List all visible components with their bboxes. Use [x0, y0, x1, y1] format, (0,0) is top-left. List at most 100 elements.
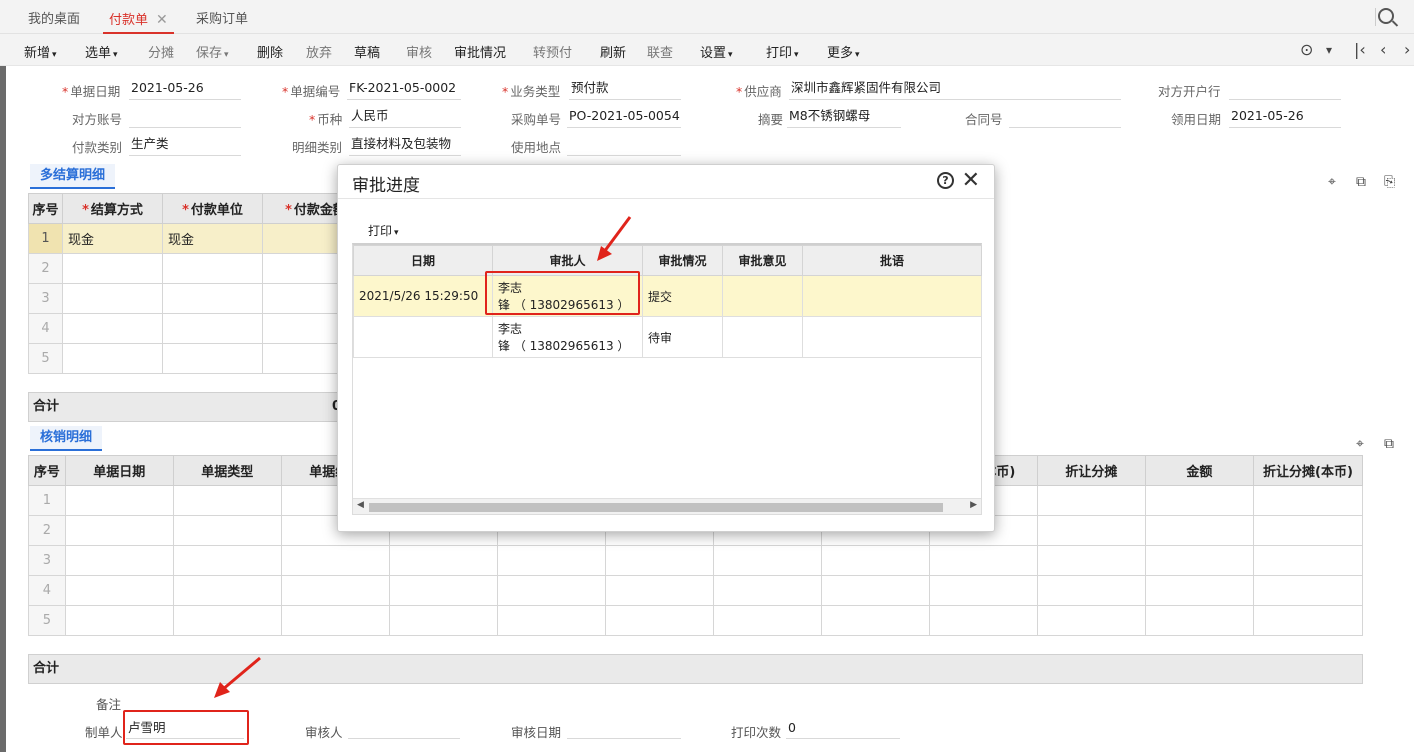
biz-type-field[interactable]: 预付款: [569, 78, 681, 100]
col-status: 审批情况: [642, 245, 723, 276]
tab-purchase-order[interactable]: 采购订单: [196, 8, 248, 34]
doc-no-label: * 单据编号: [282, 84, 341, 99]
contract-label: 合同号: [965, 112, 1003, 127]
table-row[interactable]: 2: [28, 253, 369, 284]
delete-button[interactable]: 删除: [257, 42, 283, 61]
to-prepay-button[interactable]: 转预付: [533, 42, 572, 61]
writeoff-section-title[interactable]: 核销明细: [30, 426, 103, 451]
settle-section-title[interactable]: 多结算明细: [30, 164, 116, 189]
paste-icon[interactable]: ⎘: [1384, 174, 1395, 190]
annotation-arrow-approver: [597, 216, 632, 261]
table-row[interactable]: 李志锋 （ 13802965613 ） 待审: [353, 316, 982, 358]
use-date-field[interactable]: 2021-05-26: [1229, 106, 1341, 128]
table-row[interactable]: 5: [28, 343, 369, 374]
audit-date-label: 审核日期: [511, 725, 562, 740]
horizontal-scrollbar[interactable]: ◀ ▶: [353, 498, 981, 514]
currency-field[interactable]: 人民币: [349, 106, 461, 128]
toolbar: 新增 ▾ 选单 ▾ 分摊 保存 ▾ 删除 放弃 草稿 审核 审批情况 转预付 刷新 联…: [0, 34, 1414, 66]
bank-field[interactable]: [1229, 78, 1341, 100]
maker-label: 制单人: [85, 725, 123, 740]
contract-field[interactable]: [1009, 106, 1121, 128]
linked-query-button[interactable]: 联查: [647, 42, 673, 61]
auditor-label: 审核人: [305, 725, 343, 740]
zoom-icon[interactable]: ⊙: [1300, 40, 1313, 59]
copy-icon[interactable]: ⧉: [1356, 174, 1366, 190]
tab-bar: 我的桌面 付款单 ✕ 采购订单: [0, 0, 1414, 34]
col-unit: * 付款单位: [162, 193, 263, 224]
summary-field[interactable]: M8不锈钢螺母: [787, 106, 901, 128]
currency-label: * 币种: [309, 112, 343, 127]
close-icon[interactable]: ✕: [156, 12, 168, 28]
table-row[interactable]: 5: [28, 605, 1364, 636]
print-count-label: 打印次数: [731, 725, 782, 740]
approval-table: 日期 审批人 审批情况 审批意见 批语 2021/5/26 15:29:50 李…: [353, 245, 982, 358]
annotation-arrow-maker: [214, 656, 261, 698]
audit-button[interactable]: 审核: [406, 42, 432, 61]
tab-payment-label: 付款单: [109, 13, 149, 28]
select-button[interactable]: 选单 ▾: [85, 42, 118, 61]
draft-button[interactable]: 草稿: [354, 42, 380, 61]
settle-table: 序号 *结算方式 *付款单位 *付款金额 1 现金 现金 0 2 3 4 5: [28, 193, 369, 374]
doc-date-field[interactable]: 2021-05-26: [129, 78, 241, 100]
print-button[interactable]: 打印 ▾: [766, 42, 799, 61]
account-field[interactable]: [129, 106, 241, 128]
col-comment: 批语: [802, 245, 982, 276]
prev-page-icon[interactable]: ‹: [1380, 40, 1386, 59]
detail-type-field[interactable]: 直接材料及包装物: [349, 134, 461, 156]
table-row[interactable]: 4: [28, 313, 369, 344]
approval-status-button[interactable]: 审批情况: [454, 42, 506, 61]
scrollbar-thumb[interactable]: [369, 503, 943, 512]
help-icon[interactable]: ?: [937, 172, 954, 189]
dialog-print-button[interactable]: 打印 ▾: [368, 222, 399, 239]
more-button[interactable]: 更多 ▾: [827, 42, 860, 61]
summary-label: 摘要: [758, 112, 784, 127]
location-icon[interactable]: ⌖: [1328, 174, 1336, 190]
divider: [1375, 8, 1376, 26]
doc-no-field[interactable]: FK-2021-05-0002: [347, 78, 461, 100]
table-row[interactable]: 3: [28, 283, 369, 314]
po-no-field[interactable]: PO-2021-05-0054: [567, 106, 681, 128]
scroll-left-icon[interactable]: ◀: [357, 500, 364, 510]
audit-date-field[interactable]: [567, 719, 681, 739]
table-row[interactable]: 2021/5/26 15:29:50 李志锋 （ 13802965613 ） 提…: [353, 275, 982, 317]
tab-desktop[interactable]: 我的桌面: [28, 8, 80, 34]
approval-dialog: 审批进度 ? ✕ 打印 ▾ 日期 审批人 审批情况 审批意见 批语 2021/5/…: [337, 164, 995, 532]
next-page-icon[interactable]: ›: [1404, 40, 1410, 59]
table-row[interactable]: 1 现金 现金 0: [28, 223, 369, 254]
location-label: 使用地点: [511, 140, 562, 155]
first-page-icon[interactable]: |‹: [1354, 40, 1366, 59]
allocate-button[interactable]: 分摊: [148, 42, 174, 61]
detail-type-label: 明细类别: [292, 140, 343, 155]
annotation-box-maker: [123, 710, 249, 745]
biz-type-label: * 业务类型: [502, 84, 561, 99]
new-button[interactable]: 新增 ▾: [24, 42, 57, 61]
discard-button[interactable]: 放弃: [306, 42, 332, 61]
left-edge: [0, 66, 6, 752]
tab-payment[interactable]: 付款单 ✕: [103, 8, 174, 34]
supplier-label: * 供应商: [736, 84, 782, 99]
location-icon[interactable]: ⌖: [1356, 436, 1364, 452]
location-field[interactable]: [567, 134, 681, 156]
pay-type-field[interactable]: 生产类: [129, 134, 241, 156]
settle-total-bar: 合计 0: [28, 392, 348, 422]
scroll-right-icon[interactable]: ▶: [970, 500, 977, 510]
print-count-field[interactable]: 0: [786, 719, 900, 739]
save-button[interactable]: 保存 ▾: [196, 42, 229, 61]
dialog-title: 审批进度: [352, 176, 420, 196]
table-row[interactable]: 4: [28, 575, 1364, 606]
copy-icon[interactable]: ⧉: [1384, 436, 1394, 452]
doc-date-label: * 单据日期: [62, 84, 121, 99]
annotation-box-approver: [485, 271, 640, 315]
account-label: 对方账号: [72, 112, 123, 127]
close-icon[interactable]: ✕: [962, 168, 980, 193]
supplier-field[interactable]: 深圳市鑫辉紧固件有限公司: [789, 78, 1121, 100]
auditor-field[interactable]: [348, 719, 460, 739]
dialog-header: 审批进度 ? ✕: [338, 165, 994, 199]
search-icon[interactable]: [1378, 8, 1394, 24]
col-date: 日期: [353, 245, 493, 276]
settings-button[interactable]: 设置 ▾: [700, 42, 733, 61]
refresh-button[interactable]: 刷新: [600, 42, 626, 61]
note-label: 备注: [96, 697, 122, 712]
chevron-down-icon[interactable]: ▾: [1326, 43, 1332, 57]
table-row[interactable]: 3: [28, 545, 1364, 576]
